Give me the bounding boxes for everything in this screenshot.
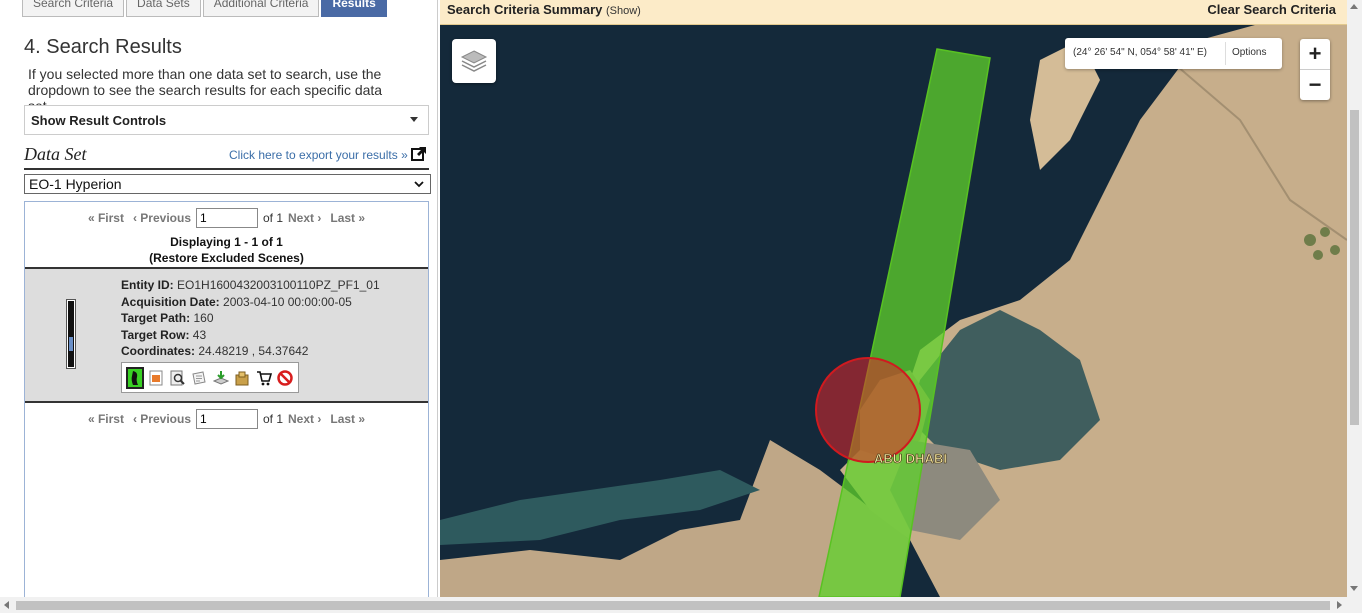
caret-down-icon	[410, 117, 418, 122]
acquisition-label: Acquisition Date:	[121, 294, 220, 309]
summary-title-text: Search Criteria Summary	[447, 2, 603, 17]
result-actions-toolbar	[121, 362, 299, 393]
cart-icon[interactable]	[255, 369, 272, 387]
satellite-basemap: ABU DHABI	[440, 0, 1347, 597]
external-link-icon[interactable]	[411, 145, 428, 162]
page-number-input[interactable]	[196, 208, 258, 228]
acquisition-value: 2003-04-10 00:00:00-05	[223, 294, 352, 309]
pager-last[interactable]: Last »	[330, 211, 365, 225]
export-results-link[interactable]: Click here to export your results »	[229, 148, 408, 162]
pager-of: of 1	[263, 211, 284, 225]
results-list: « First ‹ Previous of 1 Next › Last » Di…	[24, 201, 429, 597]
zoom-control: + −	[1300, 39, 1330, 100]
pager-previous[interactable]: ‹ Previous	[133, 412, 191, 426]
clear-search-criteria-link[interactable]: Clear Search Criteria	[1207, 2, 1336, 17]
scene-thumbnail[interactable]	[66, 299, 76, 369]
overlay-icon[interactable]	[148, 369, 165, 387]
scroll-left-icon[interactable]	[4, 601, 9, 609]
scroll-right-icon[interactable]	[1337, 601, 1342, 609]
metadata-icon[interactable]	[191, 369, 208, 387]
tab-data-sets[interactable]: Data Sets	[126, 0, 201, 17]
result-controls-label: Show Result Controls	[31, 113, 167, 128]
search-criteria-summary-bar: Search Criteria Summary (Show) Clear Sea…	[440, 0, 1347, 25]
tab-results[interactable]: Results	[321, 0, 387, 17]
summary-show-link[interactable]: (Show)	[606, 5, 641, 17]
row-value: 43	[192, 327, 207, 342]
map-view[interactable]: ABU DHABI Search Criteria Summary (Show)…	[440, 0, 1347, 597]
horizontal-scrollbar[interactable]	[0, 597, 1362, 613]
pager-last[interactable]: Last »	[330, 412, 365, 426]
tab-bar: Search Criteria Data Sets Additional Cri…	[22, 0, 387, 18]
entity-label: Entity ID:	[121, 278, 174, 292]
dataset-selected-value: EO-1 Hyperion	[29, 176, 122, 192]
dataset-divider	[24, 168, 429, 170]
dataset-select[interactable]: EO-1 Hyperion	[24, 174, 431, 194]
bulk-download-icon[interactable]	[234, 369, 251, 387]
zoom-in-button[interactable]: +	[1300, 39, 1330, 69]
scroll-up-icon[interactable]	[1350, 4, 1358, 9]
options-button[interactable]: Options	[1232, 47, 1266, 58]
footprint-icon[interactable]	[126, 366, 144, 389]
scroll-down-icon[interactable]	[1350, 586, 1358, 591]
exclude-icon[interactable]	[277, 369, 294, 387]
page-number-input[interactable]	[196, 409, 258, 429]
summary-title: Search Criteria Summary (Show)	[447, 2, 641, 17]
search-panel: Search Criteria Data Sets Additional Cri…	[0, 0, 438, 597]
dataset-heading: Data Set	[24, 144, 87, 164]
coordinate-text: (24° 26' 54" N, 054° 58' 41" E)	[1073, 47, 1207, 58]
row-label: Target Row:	[121, 327, 190, 342]
pager-top: « First ‹ Previous of 1 Next › Last »	[25, 208, 428, 228]
vertical-scroll-thumb[interactable]	[1350, 110, 1359, 425]
pager-bottom: « First ‹ Previous of 1 Next › Last »	[25, 409, 428, 429]
pager-first[interactable]: « First	[88, 211, 124, 225]
horizontal-scroll-thumb[interactable]	[16, 601, 1330, 610]
result-row: Entity ID: EO1H1600432003100110PZ_PF1_01…	[25, 267, 428, 403]
coordinates-value: 24.48219 , 54.37642	[198, 344, 309, 359]
coordinate-divider	[1225, 42, 1226, 65]
download-icon[interactable]	[212, 369, 229, 387]
displaying-count: Displaying 1 - 1 of 1	[170, 235, 283, 249]
tab-additional-criteria[interactable]: Additional Criteria	[202, 0, 320, 17]
city-label: ABU DHABI	[874, 451, 947, 466]
search-point-marker[interactable]	[815, 357, 921, 463]
pager-next[interactable]: Next ›	[288, 412, 321, 426]
entity-value: EO1H1600432003100110PZ_PF1_01	[177, 278, 380, 292]
chevron-down-icon	[414, 181, 424, 188]
zoom-out-button[interactable]: −	[1300, 70, 1330, 100]
tab-search-criteria[interactable]: Search Criteria	[22, 0, 125, 17]
pager-previous[interactable]: ‹ Previous	[133, 211, 191, 225]
browse-icon[interactable]	[169, 369, 186, 387]
pager-of: of 1	[263, 412, 284, 426]
layers-button[interactable]	[452, 39, 496, 83]
path-value: 160	[193, 311, 214, 326]
path-label: Target Path:	[121, 311, 191, 326]
pager-first[interactable]: « First	[88, 412, 124, 426]
layers-icon	[460, 50, 488, 72]
vertical-scrollbar[interactable]	[1347, 0, 1362, 597]
result-metadata: Entity ID: EO1H1600432003100110PZ_PF1_01…	[121, 277, 380, 360]
restore-excluded-link[interactable]: (Restore Excluded Scenes)	[25, 251, 428, 265]
coordinates-label: Coordinates:	[121, 344, 196, 359]
coordinate-readout: (24° 26' 54" N, 054° 58' 41" E) Options	[1065, 38, 1282, 69]
page-title: 4. Search Results	[24, 36, 182, 58]
pager-next[interactable]: Next ›	[288, 211, 321, 225]
result-controls-toggle[interactable]: Show Result Controls	[24, 105, 429, 135]
